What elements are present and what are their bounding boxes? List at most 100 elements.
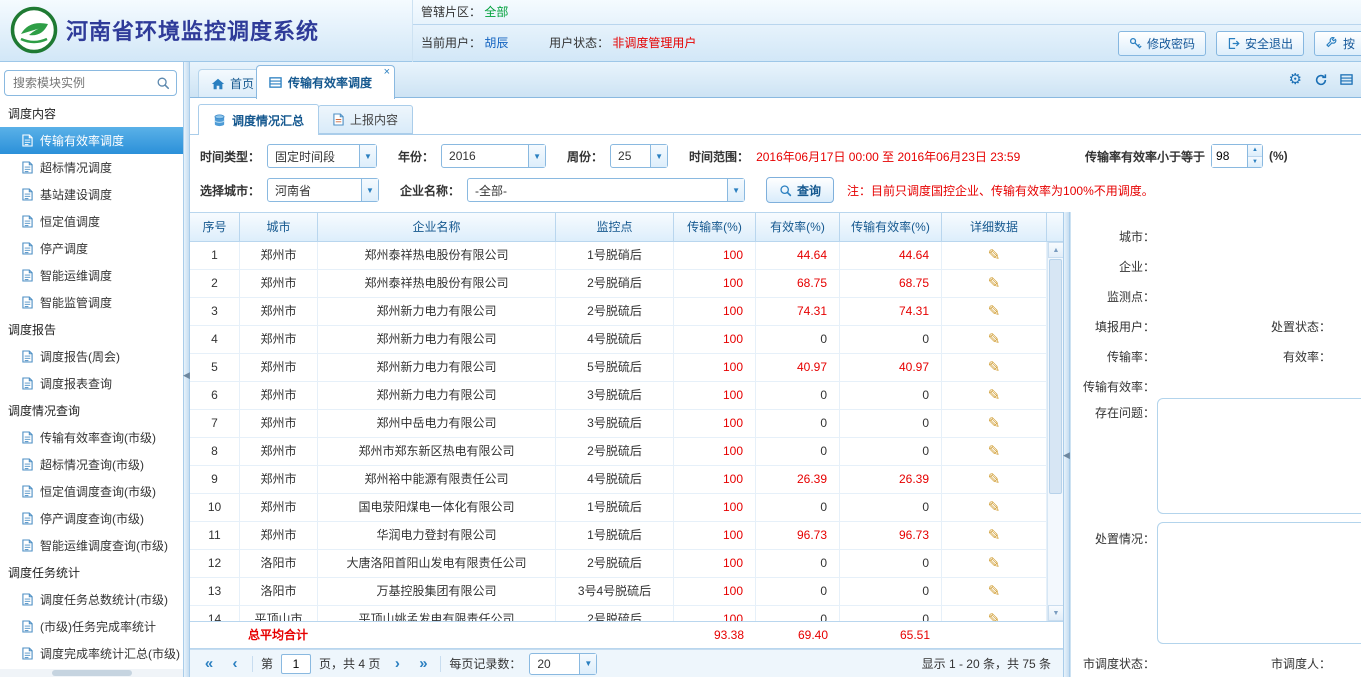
problem-textarea[interactable] xyxy=(1157,398,1361,514)
edit-detail-icon[interactable]: ✎ xyxy=(988,247,1001,264)
last-page-button[interactable]: » xyxy=(414,656,432,672)
search-icon[interactable] xyxy=(156,76,170,90)
column-header[interactable]: 监控点 xyxy=(556,213,674,241)
table-row[interactable]: 14 平顶山市 平顶山姚孟发电有限责任公司 2号脱硫后 100 0 0 ✎ xyxy=(190,606,1047,621)
sidebar-item[interactable]: 超标情况查询(市级) xyxy=(0,451,183,478)
table-row[interactable]: 13 洛阳市 万基控股集团有限公司 3号4号脱硫后 100 0 0 ✎ xyxy=(190,578,1047,606)
sidebar-item[interactable]: 传输有效率查询(市级) xyxy=(0,424,183,451)
table-row[interactable]: 3 郑州市 郑州新力电力有限公司 2号脱硫后 100 74.31 74.31 ✎ xyxy=(190,298,1047,326)
cell-point: 3号4号脱硫后 xyxy=(556,578,674,605)
scroll-down-icon[interactable]: ▼ xyxy=(1048,605,1064,621)
edit-detail-icon[interactable]: ✎ xyxy=(988,387,1001,404)
sidebar-item[interactable]: 调度任务总数统计(市级) xyxy=(0,586,183,613)
table-row[interactable]: 10 郑州市 国电荥阳煤电一体化有限公司 1号脱硫后 100 0 0 ✎ xyxy=(190,494,1047,522)
detail-point-label: 监测点： xyxy=(1071,288,1155,305)
edit-detail-icon[interactable]: ✎ xyxy=(988,303,1001,320)
sidebar-item[interactable]: 智能运维调度查询(市级) xyxy=(0,532,183,559)
edit-detail-icon[interactable]: ✎ xyxy=(988,583,1001,600)
company-select[interactable]: -全部- ▼ xyxy=(467,178,745,202)
edit-detail-icon[interactable]: ✎ xyxy=(988,611,1001,621)
refresh-icon[interactable] xyxy=(1314,73,1328,87)
detail-city-status-label: 市调度状态： xyxy=(1071,655,1155,672)
table-scrollbar[interactable]: ▲ ▼ xyxy=(1047,242,1063,621)
sidebar-item[interactable]: 超标情况调度 xyxy=(0,154,183,181)
sidebar-item[interactable]: 智能监管调度 xyxy=(0,289,183,316)
time-type-select[interactable]: 固定时间段 ▼ xyxy=(267,144,377,168)
edit-detail-icon[interactable]: ✎ xyxy=(988,471,1001,488)
scrollbar-thumb[interactable] xyxy=(1049,259,1062,494)
column-header[interactable]: 传输率(%) xyxy=(674,213,756,241)
edit-detail-icon[interactable]: ✎ xyxy=(988,331,1001,348)
page-number-input[interactable] xyxy=(281,654,311,674)
table-row[interactable]: 7 郑州市 郑州中岳电力有限公司 3号脱硫后 100 0 0 ✎ xyxy=(190,410,1047,438)
edit-detail-icon[interactable]: ✎ xyxy=(988,555,1001,572)
sidebar-item[interactable]: 恒定值调度查询(市级) xyxy=(0,478,183,505)
query-button[interactable]: 查询 xyxy=(766,177,834,203)
next-page-button[interactable]: › xyxy=(388,656,406,672)
city-select[interactable]: 河南省 ▼ xyxy=(267,178,379,202)
sidebar-item[interactable]: 智能运维调度 xyxy=(0,262,183,289)
detail-splitter[interactable]: ◀ xyxy=(1063,212,1070,677)
sidebar-item[interactable]: (市级)任务完成率统计 xyxy=(0,613,183,640)
tab-report-content[interactable]: 上报内容 xyxy=(318,105,413,134)
table-row[interactable]: 9 郑州市 郑州裕中能源有限责任公司 4号脱硫后 100 26.39 26.39… xyxy=(190,466,1047,494)
edit-detail-icon[interactable]: ✎ xyxy=(988,275,1001,292)
handling-textarea[interactable] xyxy=(1157,522,1361,644)
sidebar-item[interactable]: 基站建设调度 xyxy=(0,181,183,208)
sidebar-item[interactable]: 停产调度查询(市级) xyxy=(0,505,183,532)
threshold-input[interactable] xyxy=(1212,145,1247,167)
tab-dispatch-summary[interactable]: 调度情况汇总 xyxy=(198,104,319,135)
edit-detail-icon[interactable]: ✎ xyxy=(988,499,1001,516)
collapse-right-icon[interactable]: ◀ xyxy=(1063,450,1070,461)
sidebar-splitter[interactable]: ◀ xyxy=(183,62,190,677)
first-page-button[interactable]: « xyxy=(200,656,218,672)
sidebar-item[interactable]: 调度报告 xyxy=(0,316,183,343)
table-row[interactable]: 8 郑州市 郑州市郑东新区热电有限公司 2号脱硫后 100 0 0 ✎ xyxy=(190,438,1047,466)
edit-detail-icon[interactable]: ✎ xyxy=(988,527,1001,544)
sidebar-item[interactable]: 调度内容 xyxy=(0,100,183,127)
edit-detail-icon[interactable]: ✎ xyxy=(988,359,1001,376)
sidebar-item[interactable]: 调度完成率统计汇总(市级) xyxy=(0,640,183,667)
column-header[interactable]: 传输有效率(%) xyxy=(840,213,942,241)
list-view-icon[interactable] xyxy=(1340,73,1353,86)
collapse-left-icon[interactable]: ◀ xyxy=(183,370,190,381)
sidebar-hscroll-thumb[interactable] xyxy=(52,670,132,676)
edit-detail-icon[interactable]: ✎ xyxy=(988,415,1001,432)
column-header[interactable]: 序号 xyxy=(190,213,240,241)
table-row[interactable]: 5 郑州市 郑州新力电力有限公司 5号脱硫后 100 40.97 40.97 ✎ xyxy=(190,354,1047,382)
tab-transmission-dispatch[interactable]: 传输有效率调度 × xyxy=(256,65,395,99)
column-header[interactable]: 有效率(%) xyxy=(756,213,840,241)
sidebar-item[interactable]: 调度任务统计 xyxy=(0,559,183,586)
change-password-button[interactable]: 修改密码 xyxy=(1118,31,1206,56)
edit-detail-icon[interactable]: ✎ xyxy=(988,443,1001,460)
sidebar-item[interactable]: 恒定值调度 xyxy=(0,208,183,235)
table-row[interactable]: 12 洛阳市 大唐洛阳首阳山发电有限责任公司 2号脱硫后 100 0 0 ✎ xyxy=(190,550,1047,578)
sidebar-item[interactable]: 调度报告(周会) xyxy=(0,343,183,370)
sidebar-item[interactable]: 传输有效率调度 xyxy=(0,127,183,154)
column-header[interactable]: 城市 xyxy=(240,213,318,241)
gear-icon[interactable]: ⚙ xyxy=(1289,72,1302,87)
close-tab-icon[interactable]: × xyxy=(384,67,390,78)
year-select[interactable]: 2016 ▼ xyxy=(441,144,546,168)
week-select[interactable]: 25 ▼ xyxy=(610,144,668,168)
sidebar-item[interactable]: 调度情况查询 xyxy=(0,397,183,424)
column-header[interactable]: 企业名称 xyxy=(318,213,556,241)
table-row[interactable]: 2 郑州市 郑州泰祥热电股份有限公司 2号脱硝后 100 68.75 68.75… xyxy=(190,270,1047,298)
tools-button[interactable]: 按 xyxy=(1314,31,1361,56)
column-header[interactable]: 详细数据 xyxy=(942,213,1047,241)
table-row[interactable]: 4 郑州市 郑州新力电力有限公司 4号脱硫后 100 0 0 ✎ xyxy=(190,326,1047,354)
table-row[interactable]: 6 郑州市 郑州新力电力有限公司 3号脱硫后 100 0 0 ✎ xyxy=(190,382,1047,410)
sidebar-item[interactable]: 停产调度 xyxy=(0,235,183,262)
header-actions: 修改密码 安全退出 按 xyxy=(1118,31,1361,56)
table-row[interactable]: 11 郑州市 华润电力登封有限公司 1号脱硫后 100 96.73 96.73 … xyxy=(190,522,1047,550)
page-size-select[interactable]: 20 ▼ xyxy=(529,653,597,675)
module-search-input[interactable] xyxy=(4,70,177,96)
table-row[interactable]: 1 郑州市 郑州泰祥热电股份有限公司 1号脱硝后 100 44.64 44.64… xyxy=(190,242,1047,270)
spin-up-icon[interactable]: ▲ xyxy=(1248,145,1262,157)
scroll-up-icon[interactable]: ▲ xyxy=(1048,242,1064,258)
sidebar-hscrollbar[interactable] xyxy=(0,669,183,677)
logout-button[interactable]: 安全退出 xyxy=(1216,31,1304,56)
spin-down-icon[interactable]: ▼ xyxy=(1248,157,1262,168)
sidebar-item[interactable]: 调度报表查询 xyxy=(0,370,183,397)
prev-page-button[interactable]: ‹ xyxy=(226,656,244,672)
